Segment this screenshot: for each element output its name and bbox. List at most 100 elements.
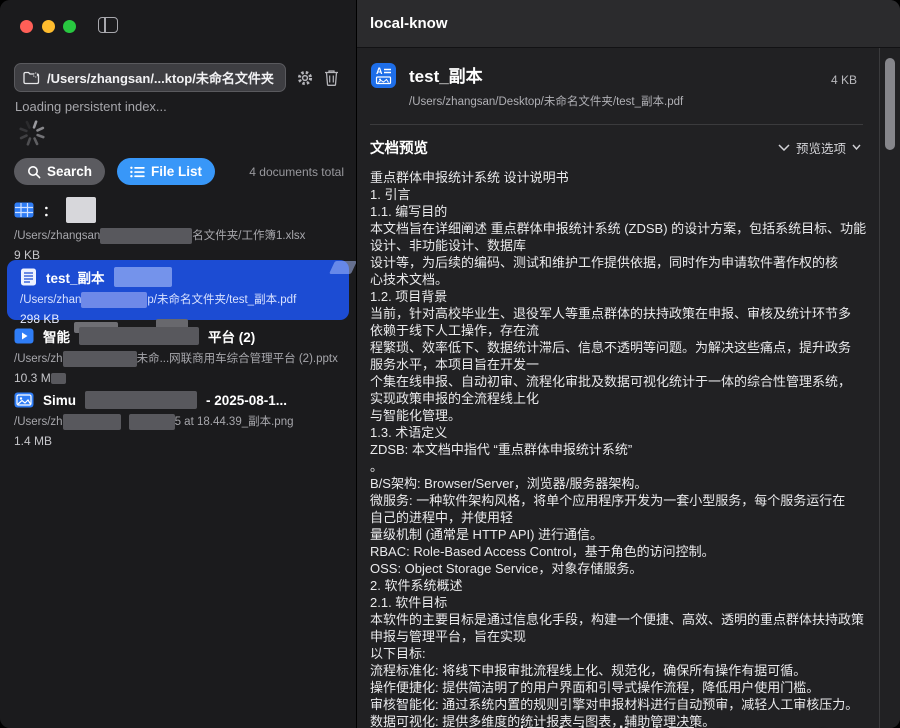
document-path: /Users/zhangsan/Desktop/未命名文件夹/test_副本.p… [409,93,683,109]
redaction-blur [85,391,197,409]
document-line: 依赖于线下人工操作，存在流 [370,322,879,339]
file-list-item-pdf-selected[interactable]: test_副本 /Users/zhanp/未命名文件夹/test_副本.pdf … [7,260,349,320]
document-size: 4 KB [831,73,857,87]
redaction-blur [66,197,96,223]
file-list-item-pptx[interactable]: 智能 平台 (2) /Users/zh未命...网联商用车综合管理平台 (2).… [0,326,356,385]
document-line: 重点群体申报统计系统 设计说明书 [370,169,879,186]
path-row: /Users/zhangsan/...ktop/未命名文件夹 [14,63,346,92]
mode-buttons-row: Search File List 4 documents total [14,158,344,185]
redaction-blur [63,351,137,367]
redaction-blur [129,414,175,430]
panel-title: local-know [357,0,900,48]
chevron-down-icon [778,144,790,151]
redaction-blur [114,267,172,287]
document-line: OSS: Object Storage Service，对象存储服务。 [370,560,879,577]
preview-content: A test_副本 /Users/zhangsan/Desktop/未命名文件夹… [357,48,879,728]
preview-options-label: 预览选项 [796,138,846,157]
redaction-blur [51,373,66,384]
file-list-tab-button[interactable]: File List [117,158,215,185]
search-tab-label: Search [47,164,92,179]
list-icon [130,166,145,178]
document-line: 本文档旨在详细阐述 重点群体申报统计系统 (ZDSB) 的设计方案，包括系统目标… [370,220,879,237]
file-list-item-xlsx[interactable]: ： /Users/zhangsan名文件夹/工作簿1.xlsx 9 KB [0,197,356,262]
minimize-window-button[interactable] [42,20,55,33]
preview-panel: local-know A test_副本 /Users/zhangsan/Des… [356,0,900,728]
delete-index-button[interactable] [324,69,339,86]
document-line: 服务水平，本项目旨在开发一 [370,356,879,373]
preview-options-dropdown[interactable]: 预览选项 [778,138,861,157]
settings-gear-button[interactable] [296,69,314,87]
document-line: 1. 引言 [370,186,879,203]
search-icon [27,165,41,179]
document-line: 设计、非功能设计、数据库 [370,237,879,254]
rich-document-icon: A [370,62,397,89]
document-line: 程繁琐、效率低下、数据统计滞后、信息不透明等问题。为解决这些痛点，提升政务 [370,339,879,356]
video-icon [14,328,34,344]
document-line: B/S架构: Browser/Server，浏览器/服务器架构。 [370,475,879,492]
document-line: 2. 软件系统概述 [370,577,879,594]
document-line: 与智能化管理。 [370,407,879,424]
document-line: 实现政策申报的全流程线上化 [370,390,879,407]
scrollbar[interactable] [879,48,900,728]
file-list-item-png[interactable]: Simu - 2025-08-1... /Users/zh5 at 18.44.… [0,391,356,448]
document-line: 1.1. 编写目的 [370,203,879,220]
trash-icon [324,69,339,86]
document-line: 个集在线申报、自动初审、流程化审批及数据可视化统计于一体的综合性管理系统， [370,373,879,390]
file-size: 10.3 M [14,371,342,385]
zoom-window-button[interactable] [63,20,76,33]
loading-status-text: Loading persistent index... [15,99,167,114]
chevron-down-icon [852,144,861,150]
panel-body: A test_副本 /Users/zhangsan/Desktop/未命名文件夹… [357,48,900,728]
document-header: A test_副本 /Users/zhangsan/Desktop/未命名文件夹… [370,62,879,109]
document-line: 自己的进程中，并使用轻 [370,509,879,526]
file-path: /Users/zhanp/未命名文件夹/test_副本.pdf [20,291,339,308]
document-line: 当前，针对高校毕业生、退役军人等重点群体的扶持政策在申报、审核及统计环节多 [370,305,879,322]
scrollbar-thumb[interactable] [885,58,895,150]
preview-toolbar: 文档预览 预览选项 [370,137,879,157]
document-line: 本软件的主要目标是通过信息化手段，构建一个便捷、高效、透明的重点群体扶持政策 [370,611,879,628]
preview-section-title: 文档预览 [370,137,428,158]
redaction-blur [79,327,199,345]
document-line: 审核智能化: 通过系统内置的规则引擎对申报材料进行自动预审，减轻人工审核压力。 [370,696,879,713]
folder-path-input[interactable]: /Users/zhangsan/...ktop/未命名文件夹 [14,63,286,92]
file-path: /Users/zh5 at 18.44.39_副本.png [14,413,342,430]
file-title: test_副本 [46,267,105,287]
document-line: 2.1. 软件目标 [370,594,879,611]
document-line: 微服务: 一种软件架构风格，将单个应用程序开发为一套小型服务，每个服务运行在 [370,492,879,509]
file-title: Simu [43,393,76,408]
close-window-button[interactable] [20,20,33,33]
app-window: /Users/zhangsan/...ktop/未命名文件夹 Loading p… [0,0,900,728]
redaction-blur [63,414,121,430]
file-path: /Users/zhangsan名文件夹/工作簿1.xlsx [14,227,342,244]
sidebar: /Users/zhangsan/...ktop/未命名文件夹 Loading p… [0,0,356,728]
document-line: 1.3. 术语定义 [370,424,879,441]
document-line: ZDSB: 本文档中指代 “重点群体申报统计系统” [370,441,879,458]
gear-icon [296,69,314,87]
folder-gear-icon [23,71,40,85]
file-title: 平台 (2) [208,326,255,346]
documents-total-text: 4 documents total [249,165,344,179]
watermark: 掘金技术社区 @KoProject [516,716,865,728]
document-line: 1.2. 项目背景 [370,288,879,305]
image-icon [14,392,34,408]
document-header-text: test_副本 /Users/zhangsan/Desktop/未命名文件夹/t… [409,62,683,109]
spreadsheet-icon [14,202,34,218]
redaction-blur [329,261,357,274]
file-title: ： [43,200,57,220]
folder-path-value: /Users/zhangsan/...ktop/未命名文件夹 [47,68,274,87]
svg-text:A: A [376,66,383,76]
file-title: - 2025-08-1... [206,393,287,408]
file-path: /Users/zh未命...网联商用车综合管理平台 (2).pptx [14,350,342,367]
document-line: 。 [370,458,879,475]
search-tab-button[interactable]: Search [14,158,105,185]
file-size: 1.4 MB [14,434,342,448]
file-list-tab-label: File List [151,164,202,179]
document-line: 操作便捷化: 提供简洁明了的用户界面和引导式操作流程，降低用户使用门槛。 [370,679,879,696]
redaction-blur [100,228,192,244]
file-title: 智能 [43,326,70,346]
sidebar-toggle-icon[interactable] [98,17,118,33]
document-line: 设计等，为后续的编码、测试和维护工作提供依据，同时作为申请软件著作权的核 [370,254,879,271]
document-line: 量级机制 (通常是 HTTP API) 进行通信。 [370,526,879,543]
document-text: 重点群体申报统计系统 设计说明书1. 引言1.1. 编写目的本文档旨在详细阐述 … [370,169,879,728]
document-line: 流程标准化: 将线下申报审批流程线上化、规范化，确保所有操作有据可循。 [370,662,879,679]
